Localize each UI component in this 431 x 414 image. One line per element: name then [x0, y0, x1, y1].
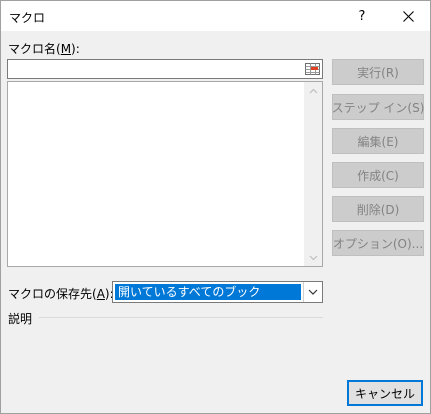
description-separator	[39, 317, 323, 318]
range-select-button[interactable]	[303, 61, 321, 77]
step-into-button[interactable]: ステップ イン(S)	[332, 94, 424, 120]
scroll-up-button[interactable]	[305, 82, 322, 99]
macro-dialog: マクロ ? マクロ名(M): 実行(R) ステップ イン(S) 編集(E) 作成…	[0, 0, 431, 414]
close-icon	[402, 10, 414, 22]
macro-name-label: マクロ名(M):	[8, 42, 80, 56]
macro-name-input[interactable]	[9, 61, 305, 77]
options-button[interactable]: オプション(O)...	[332, 230, 424, 256]
store-location-label: マクロの保存先(A):	[8, 287, 114, 301]
chevron-down-icon	[308, 289, 318, 295]
edit-button[interactable]: 編集(E)	[332, 128, 424, 154]
help-icon: ?	[358, 8, 366, 24]
create-button[interactable]: 作成(C)	[332, 162, 424, 188]
chevron-down-icon	[309, 255, 318, 260]
store-dropdown-button[interactable]	[303, 282, 322, 302]
list-scrollbar[interactable]	[304, 82, 322, 266]
scroll-down-button[interactable]	[305, 249, 322, 266]
close-button[interactable]	[385, 1, 431, 31]
description-label: 説明	[8, 312, 33, 326]
delete-button[interactable]: 削除(D)	[332, 196, 424, 222]
title-bar: マクロ ?	[1, 1, 430, 31]
store-location-select[interactable]: 開いているすべてのブック	[112, 281, 323, 303]
macro-list[interactable]	[7, 81, 323, 267]
run-button[interactable]: 実行(R)	[332, 59, 424, 85]
help-button[interactable]: ?	[339, 1, 385, 31]
cancel-button[interactable]: キャンセル	[347, 380, 423, 406]
chevron-up-icon	[309, 88, 318, 93]
dialog-title: マクロ	[9, 11, 46, 25]
store-location-value: 開いているすべてのブック	[115, 284, 301, 300]
range-select-icon	[304, 63, 320, 75]
macro-name-field[interactable]	[7, 59, 323, 79]
